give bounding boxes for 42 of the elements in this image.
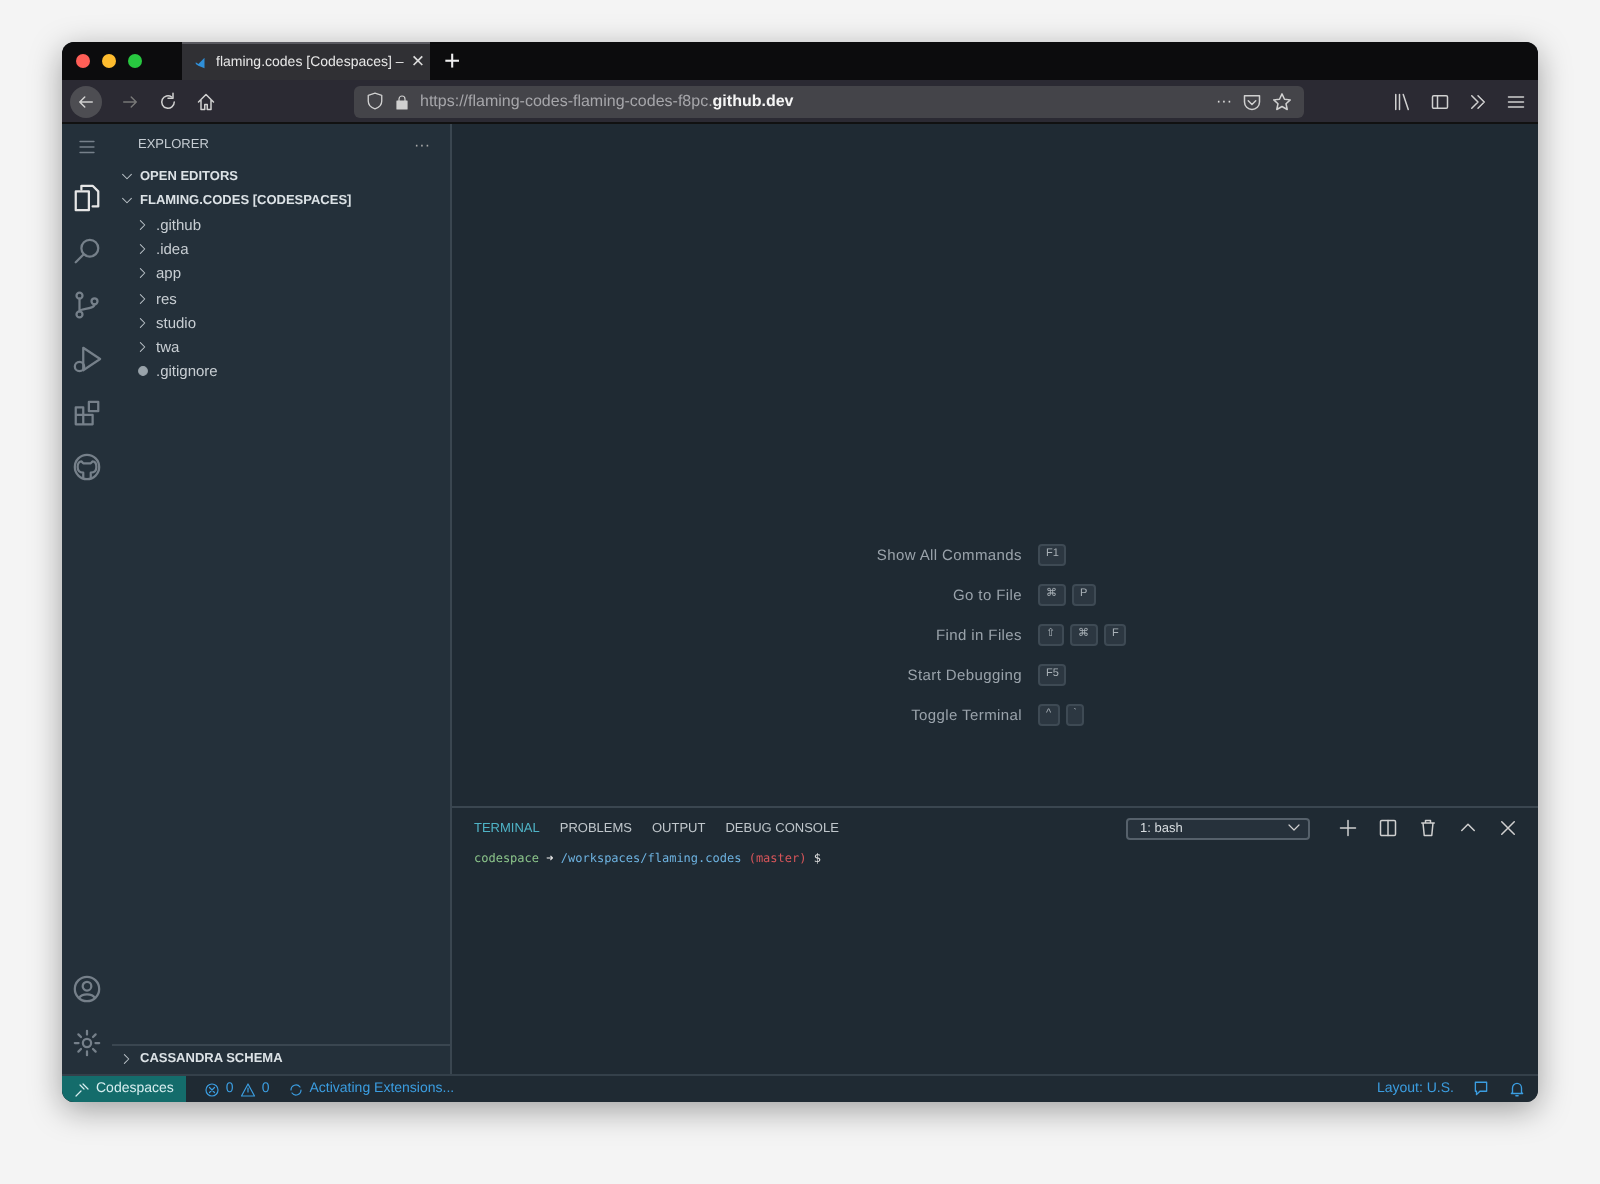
settings-icon[interactable] xyxy=(72,1028,102,1058)
files-icon[interactable] xyxy=(72,182,102,212)
address-bar[interactable]: https://flaming-codes-flaming-codes-f8pc.github.dev ··· xyxy=(354,85,1304,117)
shield-icon xyxy=(366,92,384,110)
chevron-down-icon xyxy=(1286,820,1302,836)
double-chevron-icon[interactable] xyxy=(1468,91,1488,111)
branch-icon[interactable] xyxy=(72,290,102,320)
star-icon[interactable] xyxy=(1272,91,1292,111)
split-icon[interactable] xyxy=(1378,818,1398,838)
reload-icon[interactable] xyxy=(158,91,178,111)
close-window-button[interactable] xyxy=(76,54,90,68)
sidebar-icon[interactable] xyxy=(1430,91,1450,111)
new-tab-button[interactable]: + xyxy=(444,44,461,76)
sync-icon xyxy=(287,1081,304,1097)
search-icon[interactable] xyxy=(72,236,102,266)
bell-icon[interactable] xyxy=(1508,1080,1526,1098)
feedback-icon[interactable] xyxy=(1472,1080,1490,1098)
lock-icon xyxy=(394,93,410,109)
left-arrow-icon xyxy=(76,91,96,111)
tab-close-button[interactable]: × xyxy=(411,50,425,74)
github-icon[interactable] xyxy=(72,452,102,482)
zoom-window-button[interactable] xyxy=(128,54,142,68)
right-arrow-icon[interactable] xyxy=(120,91,140,111)
back-button[interactable] xyxy=(70,85,102,117)
menu-icon[interactable] xyxy=(1506,91,1526,111)
play-bug-icon[interactable] xyxy=(72,344,102,374)
menu-icon[interactable] xyxy=(76,136,98,158)
pocket-icon[interactable] xyxy=(1242,91,1262,111)
page-actions-button[interactable]: ··· xyxy=(1216,92,1232,110)
warning-icon xyxy=(239,1081,256,1097)
account-icon[interactable] xyxy=(72,974,102,1004)
trash-icon[interactable] xyxy=(1418,818,1438,838)
plus-icon[interactable] xyxy=(1338,818,1358,838)
extensions-icon[interactable] xyxy=(72,398,102,428)
more-actions-button[interactable]: ··· xyxy=(414,135,430,153)
home-icon[interactable] xyxy=(196,91,216,111)
url-text: https://flaming-codes-flaming-codes-f8pc.github.dev xyxy=(420,92,794,110)
close-icon[interactable] xyxy=(1498,818,1518,838)
minimize-window-button[interactable] xyxy=(102,54,116,68)
library-icon[interactable] xyxy=(1392,91,1412,111)
error-icon xyxy=(203,1081,220,1097)
remote-icon xyxy=(74,1081,90,1097)
